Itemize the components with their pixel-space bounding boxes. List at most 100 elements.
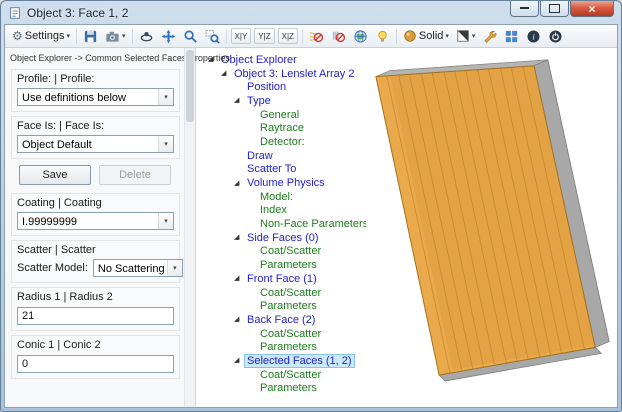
globe-icon [353,29,368,44]
tree-item[interactable]: Scatter To [208,163,366,177]
lenslet-front-face[interactable] [375,65,596,376]
toggle-rays-button[interactable] [306,27,327,45]
axis-view-yz-button[interactable]: Y|Z [254,28,275,44]
globe-button[interactable] [350,27,371,45]
toolbar-separator [301,28,303,44]
window-titlebar[interactable]: Object 3: Face 1, 2 × [1,1,621,24]
chevron-down-icon: ▾ [122,32,126,40]
expand-arrow-icon[interactable]: ◢ [221,70,232,77]
camera-icon [105,29,120,44]
face-is-select[interactable]: Object Default ▾ [17,135,174,153]
profile-label: Profile: | Profile: [17,73,95,85]
tree-item[interactable]: ◢ Object Explorer [208,53,366,67]
info-button[interactable]: i [523,27,544,45]
tree-item-label: Side Faces (0) [247,231,319,244]
save-button[interactable]: Save [19,165,91,185]
window-body: ⚙ Settings ▾ ▾ X|Y Y|Z X|Z Solid ▾ ▾ i O… [4,24,618,408]
info-icon: i [526,29,541,44]
tree-item[interactable]: Parameters [208,299,366,313]
tree-item[interactable]: ◢ Back Face (2) [208,313,366,327]
zoom-rectangle-icon [205,29,220,44]
tree-item[interactable]: Position [208,80,366,94]
radius-input[interactable] [17,307,174,325]
tree-item[interactable]: Coat/Scatter [208,368,366,382]
tree-item-label: Front Face (1) [247,272,317,285]
tree-item[interactable]: Parameters [208,258,366,272]
tree-item[interactable]: ◢ Volume Physics [208,176,366,190]
tree-item-label: Coat/Scatter [260,368,322,381]
config-wrench-button[interactable] [479,27,500,45]
scatter-model-select[interactable]: No Scattering ▾ [92,259,183,277]
zoom-tool-button[interactable] [180,27,201,45]
scatter-model-value: No Scattering [97,262,165,275]
solid-mode-dropdown[interactable]: Solid ▾ [400,27,452,45]
lenslet-array-object[interactable] [375,59,610,382]
toolbar: ⚙ Settings ▾ ▾ X|Y Y|Z X|Z Solid ▾ ▾ i [5,25,617,48]
properties-panel: Object Explorer -> Common Selected Faces… [5,48,230,407]
3d-viewport[interactable] [366,48,617,407]
axis-view-xy-button[interactable]: X|Y [230,28,252,44]
minimize-button[interactable] [510,1,539,17]
window-layout-button[interactable] [501,27,522,45]
panel-scrollbar[interactable] [184,48,195,407]
tree-item[interactable]: Raytrace [208,121,366,135]
tree-item-label: Object 3: Lenslet Array 2 [234,67,355,80]
fill-color-dropdown[interactable]: ▾ [453,27,479,45]
tree-item[interactable]: General [208,108,366,122]
coating-select[interactable]: I.99999999 ▾ [17,212,174,230]
conic-input[interactable] [17,355,174,373]
chevron-down-icon: ▾ [158,136,173,152]
expand-arrow-icon[interactable]: ◢ [234,275,245,282]
tree-item[interactable]: Non-Face Parameters [208,217,366,231]
tree-item[interactable]: Parameters [208,340,366,354]
toolbar-separator [76,28,78,44]
chevron-down-icon: ▾ [445,32,449,40]
tree-item-label: Scatter To [247,163,297,176]
settings-button[interactable]: ⚙ Settings ▾ [9,27,73,45]
lightbulb-button[interactable] [372,27,393,45]
tree-item[interactable]: Parameters [208,382,366,396]
expand-arrow-icon[interactable]: ◢ [234,357,245,364]
tree-item[interactable]: ◢ Side Faces (0) [208,231,366,245]
close-button[interactable]: × [570,1,614,17]
expand-arrow-icon[interactable]: ◢ [234,234,245,241]
tree-item-label: Model: [260,190,294,203]
expand-arrow-icon[interactable]: ◢ [234,316,245,323]
tree-item[interactable]: Index [208,204,366,218]
scrollbar-thumb[interactable] [186,50,194,122]
profile-select[interactable]: Use definitions below ▾ [17,88,174,106]
solid-label: Solid [418,30,444,42]
tree-item[interactable]: Coat/Scatter [208,286,366,300]
tree-item[interactable]: ◢ Object 3: Lenslet Array 2 [208,67,366,81]
tree-item[interactable]: Model: [208,190,366,204]
tree-item[interactable]: Detector: [208,135,366,149]
window-controls: × [509,1,614,17]
tree-item[interactable]: ◢ Selected Faces (1, 2) [208,353,366,368]
maximize-button[interactable] [540,1,569,17]
tree-item[interactable]: Draw [208,149,366,163]
tree-item[interactable]: ◢ Type [208,94,366,108]
zoom-window-button[interactable] [202,27,223,45]
close-icon: × [588,1,596,16]
rotate-tool-button[interactable] [136,27,157,45]
axis-view-xz-button[interactable]: X|Z [277,28,298,44]
conic-label: Conic 1 | Conic 2 [17,339,101,351]
power-button[interactable] [545,27,566,45]
scatter-model-row: Scatter Model: No Scattering ▾ [17,259,183,277]
color-swatch-icon [456,29,470,43]
pan-tool-button[interactable] [158,27,179,45]
tree-item-label: Object Explorer [221,53,297,66]
expand-arrow-icon[interactable]: ◢ [234,180,245,187]
rays-off-icon [309,29,324,44]
save-image-button[interactable] [80,27,101,45]
face-is-value: Object Default [22,138,92,151]
tree-item[interactable]: ◢ Front Face (1) [208,272,366,286]
chevron-down-icon: ▾ [158,213,173,229]
tree-item[interactable]: Coat/Scatter [208,327,366,341]
grid-icon [504,29,519,44]
toggle-detectors-button[interactable] [328,27,349,45]
delete-button[interactable]: Delete [99,165,171,185]
expand-arrow-icon[interactable]: ◢ [234,97,245,104]
tree-item[interactable]: Coat/Scatter [208,245,366,259]
copy-image-button[interactable]: ▾ [102,27,129,45]
